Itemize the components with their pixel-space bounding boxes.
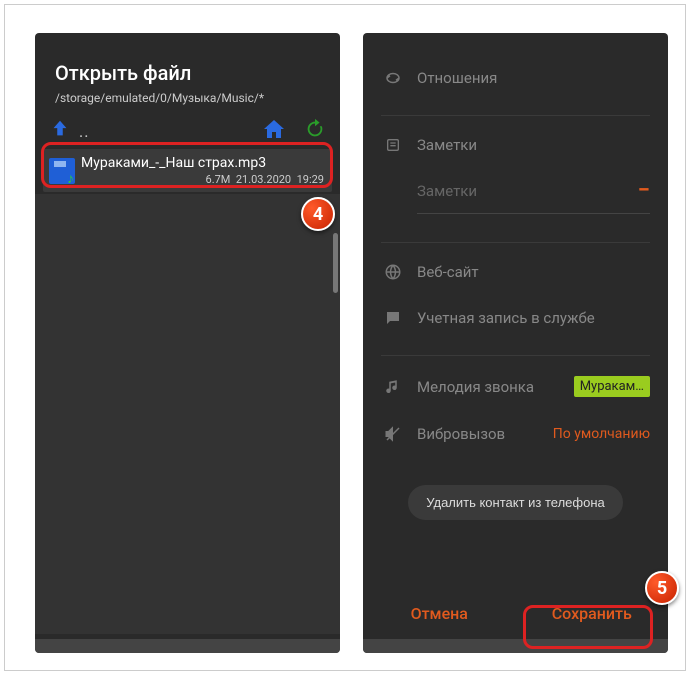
relations-icon <box>381 69 405 87</box>
notes-placeholder: Заметки <box>417 182 477 200</box>
notes-label: Заметки <box>405 136 650 154</box>
floppy-music-icon <box>49 158 75 184</box>
vibration-label: Вибровызов <box>405 425 553 443</box>
parent-dir-label[interactable]: .. <box>71 122 262 141</box>
remove-note-icon[interactable]: − <box>638 178 650 203</box>
phone-left: Открыть файл /storage/emulated/0/Музыка/… <box>35 33 340 653</box>
globe-icon <box>381 263 405 281</box>
delete-contact-button[interactable]: Удалить контакт из телефона <box>408 485 623 520</box>
file-picker-title: Открыть файл <box>55 61 320 85</box>
scroll-indicator[interactable] <box>333 233 338 293</box>
website-label: Веб-сайт <box>405 263 650 281</box>
file-meta: 6.7M 21.03.2020 19:29 <box>81 173 324 186</box>
file-row[interactable]: Мураками_-_Наш страх.mp3 6.7M 21.03.2020… <box>43 149 332 192</box>
refresh-icon[interactable] <box>304 118 326 144</box>
row-notes[interactable]: Заметки <box>363 122 668 168</box>
step-badge-4: 4 <box>301 197 335 231</box>
home-icon[interactable] <box>262 117 286 145</box>
notes-icon <box>381 137 405 153</box>
notes-input[interactable]: Заметки − <box>417 170 650 214</box>
file-list-empty-area <box>35 194 340 634</box>
row-website[interactable]: Веб-сайт <box>363 249 668 295</box>
vibration-value: По умолчанию <box>553 426 650 442</box>
relations-label: Отношения <box>405 69 650 87</box>
phone-right: Отношения Заметки Заметки − Веб-сайт Уче… <box>363 33 668 653</box>
file-picker-path: /storage/emulated/0/Музыка/Music/* <box>55 91 320 105</box>
row-account[interactable]: Учетная запись в службе <box>363 295 668 341</box>
ringtone-value: Муракам… <box>574 376 650 397</box>
row-relations[interactable]: Отношения <box>363 33 668 101</box>
account-label: Учетная запись в службе <box>405 309 650 327</box>
row-ringtone[interactable]: Мелодия звонка Муракам… <box>363 362 668 411</box>
cancel-button[interactable]: Отмена <box>363 587 516 639</box>
file-name: Мураками_-_Наш страх.mp3 <box>81 155 324 171</box>
music-note-icon <box>381 378 405 396</box>
row-vibration[interactable]: Вибровызов По умолчанию <box>363 411 668 457</box>
chat-icon <box>381 309 405 327</box>
vibration-muted-icon <box>381 425 405 443</box>
save-button[interactable]: Сохранить <box>516 587 669 639</box>
step-badge-5: 5 <box>645 571 679 605</box>
up-arrow-icon[interactable] <box>49 118 71 144</box>
ringtone-label: Мелодия звонка <box>405 378 574 396</box>
